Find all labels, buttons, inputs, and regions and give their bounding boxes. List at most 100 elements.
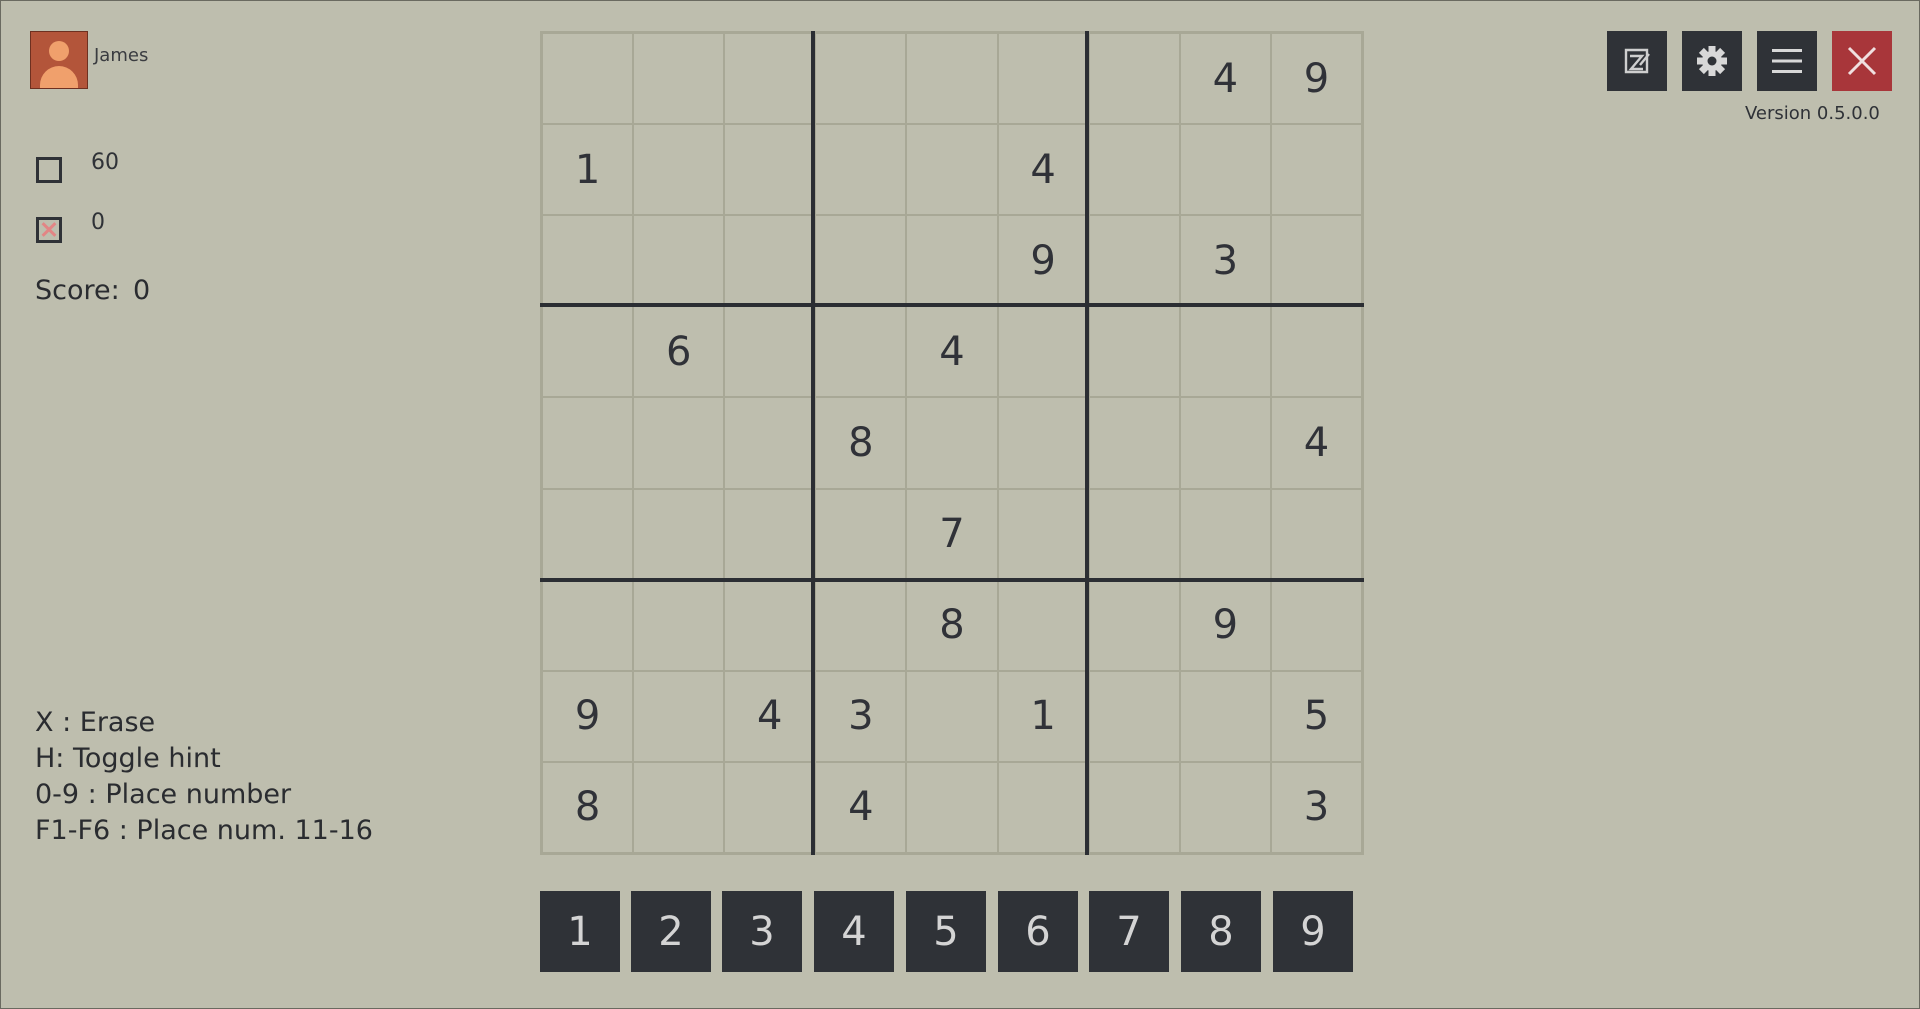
sudoku-cell[interactable]: 9	[542, 670, 634, 762]
sudoku-cell[interactable]	[633, 124, 725, 216]
sudoku-cell[interactable]	[633, 488, 725, 580]
sudoku-cell[interactable]: 9	[997, 215, 1089, 307]
sudoku-cell[interactable]: 3	[1179, 215, 1271, 307]
sudoku-cell[interactable]	[906, 124, 998, 216]
sudoku-cell[interactable]	[633, 761, 725, 853]
settings-button[interactable]	[1682, 31, 1742, 91]
sudoku-cell[interactable]	[542, 488, 634, 580]
sudoku-cell[interactable]: 4	[724, 670, 816, 762]
sudoku-cell[interactable]: 8	[815, 397, 907, 489]
sudoku-cell[interactable]	[1088, 488, 1180, 580]
sudoku-cell[interactable]: 7	[906, 488, 998, 580]
sudoku-cell[interactable]: 3	[815, 670, 907, 762]
sudoku-cell[interactable]: 4	[906, 306, 998, 398]
sudoku-cell[interactable]	[1088, 670, 1180, 762]
sudoku-cell[interactable]	[1088, 33, 1180, 125]
sudoku-cell[interactable]	[906, 670, 998, 762]
numpad-key-7[interactable]: 7	[1089, 891, 1169, 972]
sudoku-cell[interactable]	[542, 33, 634, 125]
sudoku-cell[interactable]	[542, 579, 634, 671]
sudoku-cell[interactable]	[542, 306, 634, 398]
sudoku-cell[interactable]: 9	[1179, 579, 1271, 671]
notes-button[interactable]	[1607, 31, 1667, 91]
sudoku-cell[interactable]: 6	[633, 306, 725, 398]
sudoku-cell[interactable]	[815, 215, 907, 307]
close-button[interactable]	[1832, 31, 1892, 91]
box-divider-vertical	[1085, 31, 1089, 855]
sudoku-cell[interactable]	[815, 579, 907, 671]
numpad-key-5[interactable]: 5	[906, 891, 986, 972]
sudoku-cell[interactable]	[997, 579, 1089, 671]
help-place-num-extended: F1-F6 : Place num. 11-16	[35, 815, 373, 846]
sudoku-cell[interactable]	[724, 124, 816, 216]
sudoku-cell[interactable]	[724, 215, 816, 307]
sudoku-cell[interactable]	[1270, 124, 1362, 216]
numpad-key-6[interactable]: 6	[998, 891, 1078, 972]
numpad-key-4[interactable]: 4	[814, 891, 894, 972]
numpad-key-1[interactable]: 1	[540, 891, 620, 972]
sudoku-cell[interactable]	[1270, 488, 1362, 580]
sudoku-cell[interactable]	[1088, 124, 1180, 216]
sudoku-cell[interactable]: 4	[815, 761, 907, 853]
numpad-key-9[interactable]: 9	[1273, 891, 1353, 972]
menu-button[interactable]	[1757, 31, 1817, 91]
sudoku-cell[interactable]	[542, 397, 634, 489]
sudoku-cell[interactable]	[906, 397, 998, 489]
sudoku-cell[interactable]	[1088, 306, 1180, 398]
sudoku-cell[interactable]	[815, 306, 907, 398]
sudoku-cell[interactable]	[815, 124, 907, 216]
sudoku-cell[interactable]	[633, 397, 725, 489]
sudoku-cell[interactable]	[997, 488, 1089, 580]
numpad-key-8[interactable]: 8	[1181, 891, 1261, 972]
sudoku-cell[interactable]	[906, 761, 998, 853]
sudoku-cell[interactable]	[633, 670, 725, 762]
sudoku-cell[interactable]: 1	[542, 124, 634, 216]
sudoku-cell[interactable]: 1	[997, 670, 1089, 762]
score-value: 0	[133, 275, 151, 306]
sudoku-cell[interactable]	[1270, 306, 1362, 398]
sudoku-cell[interactable]	[1088, 215, 1180, 307]
sudoku-cell[interactable]: 4	[1270, 397, 1362, 489]
sudoku-cell[interactable]	[906, 215, 998, 307]
sudoku-cell[interactable]	[1179, 761, 1271, 853]
box-divider-vertical	[811, 31, 815, 855]
sudoku-cell[interactable]: 8	[906, 579, 998, 671]
avatar[interactable]	[30, 31, 88, 89]
sudoku-cell[interactable]	[724, 33, 816, 125]
sudoku-cell[interactable]: 8	[542, 761, 634, 853]
sudoku-cell[interactable]	[724, 579, 816, 671]
sudoku-cell[interactable]: 9	[1270, 33, 1362, 125]
sudoku-cell[interactable]	[633, 579, 725, 671]
sudoku-cell[interactable]	[1088, 761, 1180, 853]
sudoku-cell[interactable]	[724, 306, 816, 398]
sudoku-cell[interactable]	[1179, 488, 1271, 580]
sudoku-cell[interactable]	[1270, 215, 1362, 307]
sudoku-cell[interactable]	[1179, 124, 1271, 216]
sudoku-cell[interactable]	[1179, 397, 1271, 489]
sudoku-cell[interactable]	[1088, 579, 1180, 671]
sudoku-cell[interactable]	[815, 33, 907, 125]
sudoku-cell[interactable]	[724, 488, 816, 580]
sudoku-cell[interactable]	[1088, 397, 1180, 489]
sudoku-cell[interactable]: 4	[997, 124, 1089, 216]
sudoku-cell[interactable]	[997, 397, 1089, 489]
sudoku-cell[interactable]	[542, 215, 634, 307]
sudoku-cell[interactable]	[1179, 670, 1271, 762]
sudoku-cell[interactable]: 5	[1270, 670, 1362, 762]
help-place-number: 0-9 : Place number	[35, 779, 292, 810]
sudoku-cell[interactable]	[633, 33, 725, 125]
sudoku-cell[interactable]	[724, 761, 816, 853]
sudoku-cell[interactable]	[724, 397, 816, 489]
numpad-key-2[interactable]: 2	[631, 891, 711, 972]
sudoku-cell[interactable]	[997, 33, 1089, 125]
sudoku-cell[interactable]: 3	[1270, 761, 1362, 853]
sudoku-cell[interactable]	[1179, 306, 1271, 398]
numpad-key-3[interactable]: 3	[722, 891, 802, 972]
sudoku-cell[interactable]	[997, 306, 1089, 398]
sudoku-cell[interactable]	[1270, 579, 1362, 671]
sudoku-cell[interactable]: 4	[1179, 33, 1271, 125]
sudoku-cell[interactable]	[997, 761, 1089, 853]
sudoku-cell[interactable]	[906, 33, 998, 125]
sudoku-cell[interactable]	[633, 215, 725, 307]
sudoku-cell[interactable]	[815, 488, 907, 580]
